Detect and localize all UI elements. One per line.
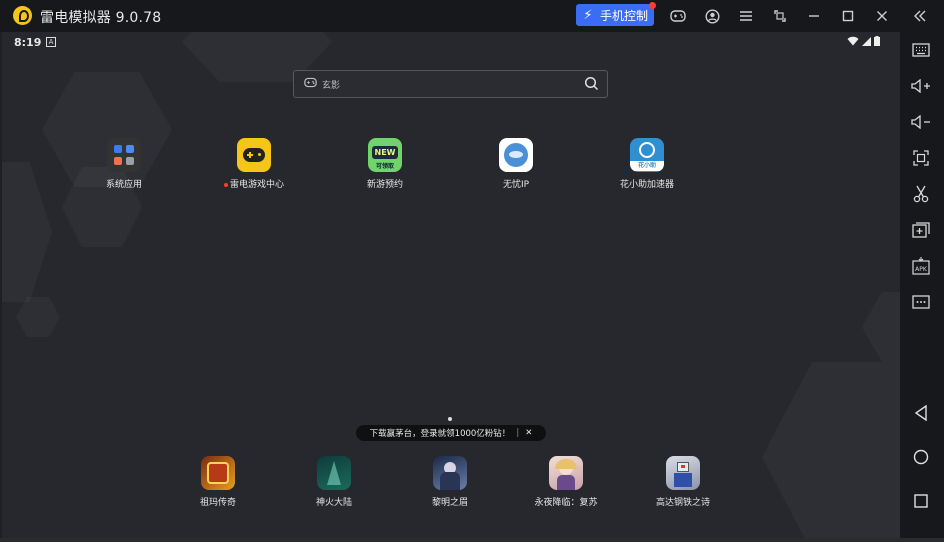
app-accelerator[interactable]: 花小助 花小助加速器	[607, 138, 687, 190]
account-icon[interactable]	[703, 7, 721, 25]
dock-app-zuma[interactable]: 祖玛传奇	[178, 456, 258, 508]
app-label: 花小助加速器	[619, 180, 674, 190]
promo-toast[interactable]: 下载赢茅台，登录就领1000亿粉钻！ | ✕	[356, 425, 546, 441]
volume-down-icon[interactable]	[911, 112, 931, 132]
apk-install-icon[interactable]: APK	[911, 256, 931, 276]
wuyou-ip-icon	[499, 138, 533, 172]
minimize-icon[interactable]	[805, 7, 823, 25]
android-screen[interactable]: 8:19 A 玄影 系统应用 雷电游戏中心 NEW 可领取 新游预约 无忧IP …	[2, 32, 900, 538]
lightning-icon: ⚡	[583, 7, 593, 23]
status-indicators	[847, 36, 880, 46]
dock-app-gundam[interactable]: 高达钢铁之诗	[643, 456, 723, 508]
phone-control-label: 手机控制	[600, 8, 649, 23]
recents-icon[interactable]	[911, 491, 931, 511]
ldplayer-logo-icon	[13, 6, 32, 25]
search-icon[interactable]	[584, 76, 599, 91]
toast-text: 下载赢茅台，登录就领1000亿粉钻！	[369, 429, 511, 439]
gamepad-icon	[304, 77, 317, 88]
notification-dot	[649, 2, 656, 9]
menu-icon[interactable]	[737, 7, 755, 25]
scissors-icon[interactable]	[911, 184, 931, 204]
eternal-night-icon	[549, 456, 583, 490]
app-game-center[interactable]: 雷电游戏中心	[214, 138, 294, 190]
toast-close-icon[interactable]: ✕	[525, 428, 532, 438]
volume-up-icon[interactable]	[911, 76, 931, 96]
title-bar: 雷电模拟器 9.0.78 ⚡ 手机控制	[0, 0, 944, 32]
new-badge-dot	[223, 182, 228, 187]
app-label: 新游预约	[366, 180, 403, 190]
keyboard-icon[interactable]	[911, 40, 931, 60]
dock-app-eternal-night[interactable]: 永夜降临：复苏	[526, 456, 606, 508]
page-indicator	[448, 417, 452, 421]
toast-divider: |	[516, 428, 520, 438]
app-label-wrap: 雷电游戏中心	[214, 177, 294, 190]
search-bar[interactable]: 玄影	[293, 70, 608, 98]
wifi-icon	[847, 36, 859, 46]
app-label: 系统应用	[105, 180, 142, 190]
app-wuyou-ip[interactable]: 无忧IP	[476, 138, 556, 190]
claimable-tag: 可领取	[375, 163, 394, 170]
app-system-apps[interactable]: 系统应用	[84, 138, 164, 190]
emulator-window: 雷电模拟器 9.0.78 ⚡ 手机控制 8:19 A 玄影 系统应用 雷电游戏中…	[0, 0, 944, 542]
accelerator-tag: 花小助	[630, 161, 664, 171]
app-label: 神火大陆	[315, 498, 352, 508]
bg-hexagon	[2, 162, 52, 302]
accelerator-icon: 花小助	[630, 138, 664, 172]
search-text: 玄影	[322, 81, 341, 91]
app-label: 祖玛传奇	[199, 498, 236, 508]
app-label: 高达钢铁之诗	[655, 498, 710, 508]
app-label: 雷电游戏中心	[229, 180, 284, 190]
new-tag: NEW	[372, 146, 398, 159]
back-icon[interactable]	[911, 403, 931, 423]
app-label: 无忧IP	[502, 180, 530, 190]
gamepad-icon[interactable]	[669, 7, 687, 25]
signal-icon	[862, 36, 871, 46]
gundam-icon	[666, 456, 700, 490]
system-apps-icon	[107, 138, 141, 172]
app-new-game-reservation[interactable]: NEW 可领取 新游预约	[345, 138, 425, 190]
bg-hexagon	[862, 292, 900, 362]
home-icon[interactable]	[911, 447, 931, 467]
zuma-legend-icon	[201, 456, 235, 490]
collapse-sidebar-icon[interactable]	[911, 7, 929, 25]
battery-icon	[874, 36, 880, 46]
more-icon[interactable]	[911, 292, 931, 312]
restore-window-icon[interactable]	[771, 7, 789, 25]
notification-a-icon: A	[46, 37, 56, 47]
bottom-edge	[0, 538, 944, 542]
maximize-icon[interactable]	[839, 7, 857, 25]
game-center-icon	[237, 138, 271, 172]
dock-app-dawn[interactable]: 黎明之眉	[410, 456, 490, 508]
add-window-icon[interactable]	[911, 220, 931, 240]
status-time: 8:19	[14, 36, 42, 49]
bg-hexagon	[16, 297, 60, 337]
app-title: 雷电模拟器 9.0.78	[40, 10, 162, 26]
right-toolbar: APK	[900, 32, 944, 542]
screenshot-icon[interactable]	[911, 148, 931, 168]
phone-control-button[interactable]: ⚡ 手机控制	[576, 2, 656, 26]
apk-label: APK	[915, 266, 928, 273]
close-icon[interactable]	[873, 7, 891, 25]
dawn-icon	[433, 456, 467, 490]
bg-hexagon	[762, 362, 900, 538]
shenhuo-icon	[317, 456, 351, 490]
app-label: 永夜降临：复苏	[534, 498, 598, 508]
dock-app-shenhuo[interactable]: 神火大陆	[294, 456, 374, 508]
new-game-icon: NEW 可领取	[368, 138, 402, 172]
app-label: 黎明之眉	[431, 498, 468, 508]
